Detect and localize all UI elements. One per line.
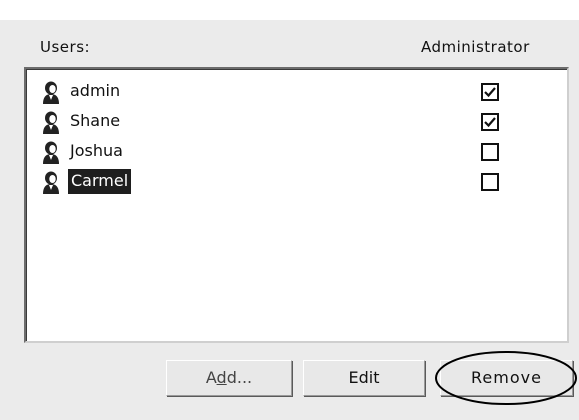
user-icon <box>40 80 62 104</box>
list-item[interactable]: Joshua <box>40 137 560 167</box>
list-item[interactable]: Shane <box>40 107 560 137</box>
add-label-pre: A <box>205 368 217 387</box>
user-icon <box>40 110 62 134</box>
add-label-post: d... <box>226 368 253 387</box>
list-item-selected[interactable]: Carmel <box>40 167 560 197</box>
admin-checkbox[interactable] <box>481 83 499 101</box>
remove-button[interactable]: Remove <box>440 360 573 396</box>
add-button[interactable]: Add... <box>166 360 292 396</box>
user-name: admin <box>70 81 121 100</box>
users-list[interactable]: admin Shane Joshua Carmel <box>24 67 569 343</box>
list-item[interactable]: admin <box>40 77 560 107</box>
users-column-header: Users: <box>40 38 91 56</box>
administrator-column-header: Administrator <box>421 38 530 56</box>
admin-checkbox[interactable] <box>481 143 499 161</box>
edit-button[interactable]: Edit <box>303 360 425 396</box>
user-icon <box>40 170 62 194</box>
user-icon <box>40 140 62 164</box>
add-label-accesskey: d <box>216 368 227 387</box>
admin-checkbox[interactable] <box>481 173 499 191</box>
user-name: Joshua <box>70 141 123 160</box>
user-name: Carmel <box>68 169 132 194</box>
user-name: Shane <box>70 111 121 130</box>
top-strip <box>0 0 579 20</box>
admin-checkbox[interactable] <box>481 113 499 131</box>
